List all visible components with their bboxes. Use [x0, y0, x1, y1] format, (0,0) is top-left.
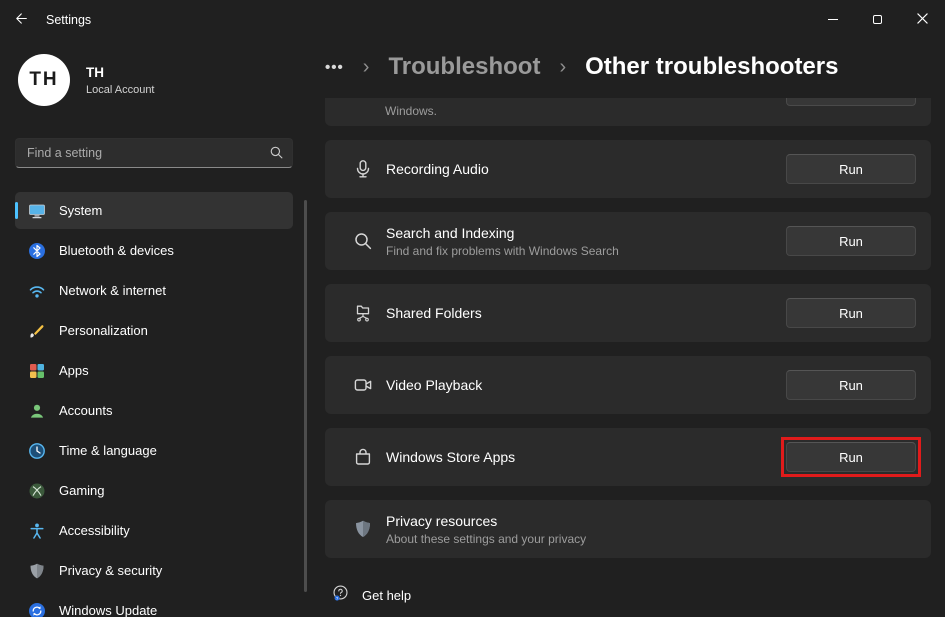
chevron-right-icon: › [559, 56, 566, 79]
row-subtitle: Find and fix problems with Windows Searc… [386, 244, 619, 258]
breadcrumb-overflow-button[interactable]: ••• [325, 59, 344, 76]
sidebar-item-bluetooth-devices[interactable]: Bluetooth & devices [15, 232, 293, 269]
avatar: TH [18, 54, 70, 106]
close-icon [917, 12, 928, 27]
sidebar-item-label: Network & internet [59, 283, 166, 298]
row-recording-audio: Recording Audio Run [325, 140, 931, 198]
run-button-windows-store-apps[interactable]: Run [786, 442, 916, 472]
sidebar-item-accessibility[interactable]: Accessibility [15, 512, 293, 549]
account-name: TH [86, 65, 155, 80]
row-title: Privacy resources [386, 513, 586, 529]
search-input[interactable] [15, 138, 293, 168]
sidebar-scrollbar-thumb[interactable] [304, 200, 307, 592]
sidebar-item-windows-update[interactable]: Windows Update [15, 592, 293, 617]
xbox-icon [28, 482, 46, 500]
breadcrumb: ••• › Troubleshoot › Other troubleshoote… [325, 44, 931, 90]
back-button[interactable] [0, 3, 40, 37]
sidebar-item-system[interactable]: System [15, 192, 293, 229]
sidebar-item-label: System [59, 203, 102, 218]
get-help-icon: ? [332, 584, 349, 606]
clipped-run-button[interactable] [786, 98, 916, 106]
sidebar-item-label: Apps [59, 363, 89, 378]
system-icon [28, 202, 46, 220]
sidebar: TH TH Local Account System Bluetooth & d… [0, 40, 308, 617]
row-windows-store-apps: Windows Store Apps Run [325, 428, 931, 486]
sidebar-item-privacy-security[interactable]: Privacy & security [15, 552, 293, 589]
apps-icon [28, 362, 46, 380]
search-box [15, 138, 293, 168]
sidebar-item-label: Privacy & security [59, 563, 162, 578]
row-title: Recording Audio [386, 161, 489, 177]
row-shared-folders: Shared Folders Run [325, 284, 931, 342]
breadcrumb-troubleshoot[interactable]: Troubleshoot [388, 53, 540, 81]
row-search-indexing: Search and Indexing Find and fix problem… [325, 212, 931, 270]
clipped-row-subtitle: Windows. [385, 104, 437, 118]
person-icon [28, 402, 46, 420]
microphone-icon [353, 159, 375, 179]
minimize-icon [828, 19, 838, 20]
privacy-shield-icon [353, 519, 375, 539]
account-type: Local Account [86, 84, 155, 96]
maximize-icon [873, 15, 882, 24]
sidebar-item-label: Gaming [59, 483, 105, 498]
run-button-search-indexing[interactable]: Run [786, 226, 916, 256]
sidebar-item-apps[interactable]: Apps [15, 352, 293, 389]
sidebar-item-label: Personalization [59, 323, 148, 338]
minimize-button[interactable] [810, 0, 855, 38]
magnifier-icon [353, 231, 375, 251]
run-button-shared-folders[interactable]: Run [786, 298, 916, 328]
maximize-button[interactable] [855, 0, 900, 38]
sidebar-item-label: Windows Update [59, 603, 157, 617]
sidebar-item-time-language[interactable]: Time & language [15, 432, 293, 469]
window-controls [810, 0, 945, 38]
app-title: Settings [46, 13, 91, 27]
sidebar-nav: System Bluetooth & devices Network & int… [15, 192, 293, 617]
search-icon [269, 145, 284, 165]
page-title: Other troubleshooters [585, 53, 838, 81]
row-video-playback: Video Playback Run [325, 356, 931, 414]
clock-icon [28, 442, 46, 460]
main-pane: ••• › Troubleshoot › Other troubleshoote… [325, 40, 931, 617]
row-title: Video Playback [386, 377, 482, 393]
row-title: Search and Indexing [386, 225, 619, 241]
row-title: Windows Store Apps [386, 449, 515, 465]
wifi-icon [28, 282, 46, 300]
chevron-right-icon: › [363, 56, 370, 79]
sidebar-item-label: Bluetooth & devices [59, 243, 174, 258]
sidebar-item-label: Accounts [59, 403, 112, 418]
sidebar-item-label: Accessibility [59, 523, 130, 538]
video-camera-icon [353, 375, 375, 395]
troubleshooter-list: Windows. Recording Audio Run Search and … [325, 98, 931, 617]
run-button-recording-audio[interactable]: Run [786, 154, 916, 184]
row-subtitle: About these settings and your privacy [386, 532, 586, 546]
bluetooth-icon [28, 242, 46, 260]
row-privacy-resources: Privacy resources About these settings a… [325, 500, 931, 558]
shield-icon [28, 562, 46, 580]
titlebar: Settings [0, 0, 945, 40]
get-help-label: Get help [362, 588, 411, 603]
sidebar-item-gaming[interactable]: Gaming [15, 472, 293, 509]
update-icon [28, 602, 46, 617]
run-button-video-playback[interactable]: Run [786, 370, 916, 400]
sidebar-item-personalization[interactable]: Personalization [15, 312, 293, 349]
back-arrow-icon [13, 11, 28, 29]
account-header: TH TH Local Account [18, 54, 293, 106]
store-bag-icon [353, 447, 375, 467]
close-button[interactable] [900, 0, 945, 38]
sidebar-item-network-internet[interactable]: Network & internet [15, 272, 293, 309]
get-help-link[interactable]: ? Get help [325, 584, 931, 606]
shared-folder-icon [353, 303, 375, 323]
paintbrush-icon [28, 322, 46, 340]
sidebar-item-accounts[interactable]: Accounts [15, 392, 293, 429]
accessibility-icon [28, 522, 46, 540]
clipped-row: Windows. [325, 98, 931, 126]
row-title: Shared Folders [386, 305, 482, 321]
sidebar-item-label: Time & language [59, 443, 157, 458]
